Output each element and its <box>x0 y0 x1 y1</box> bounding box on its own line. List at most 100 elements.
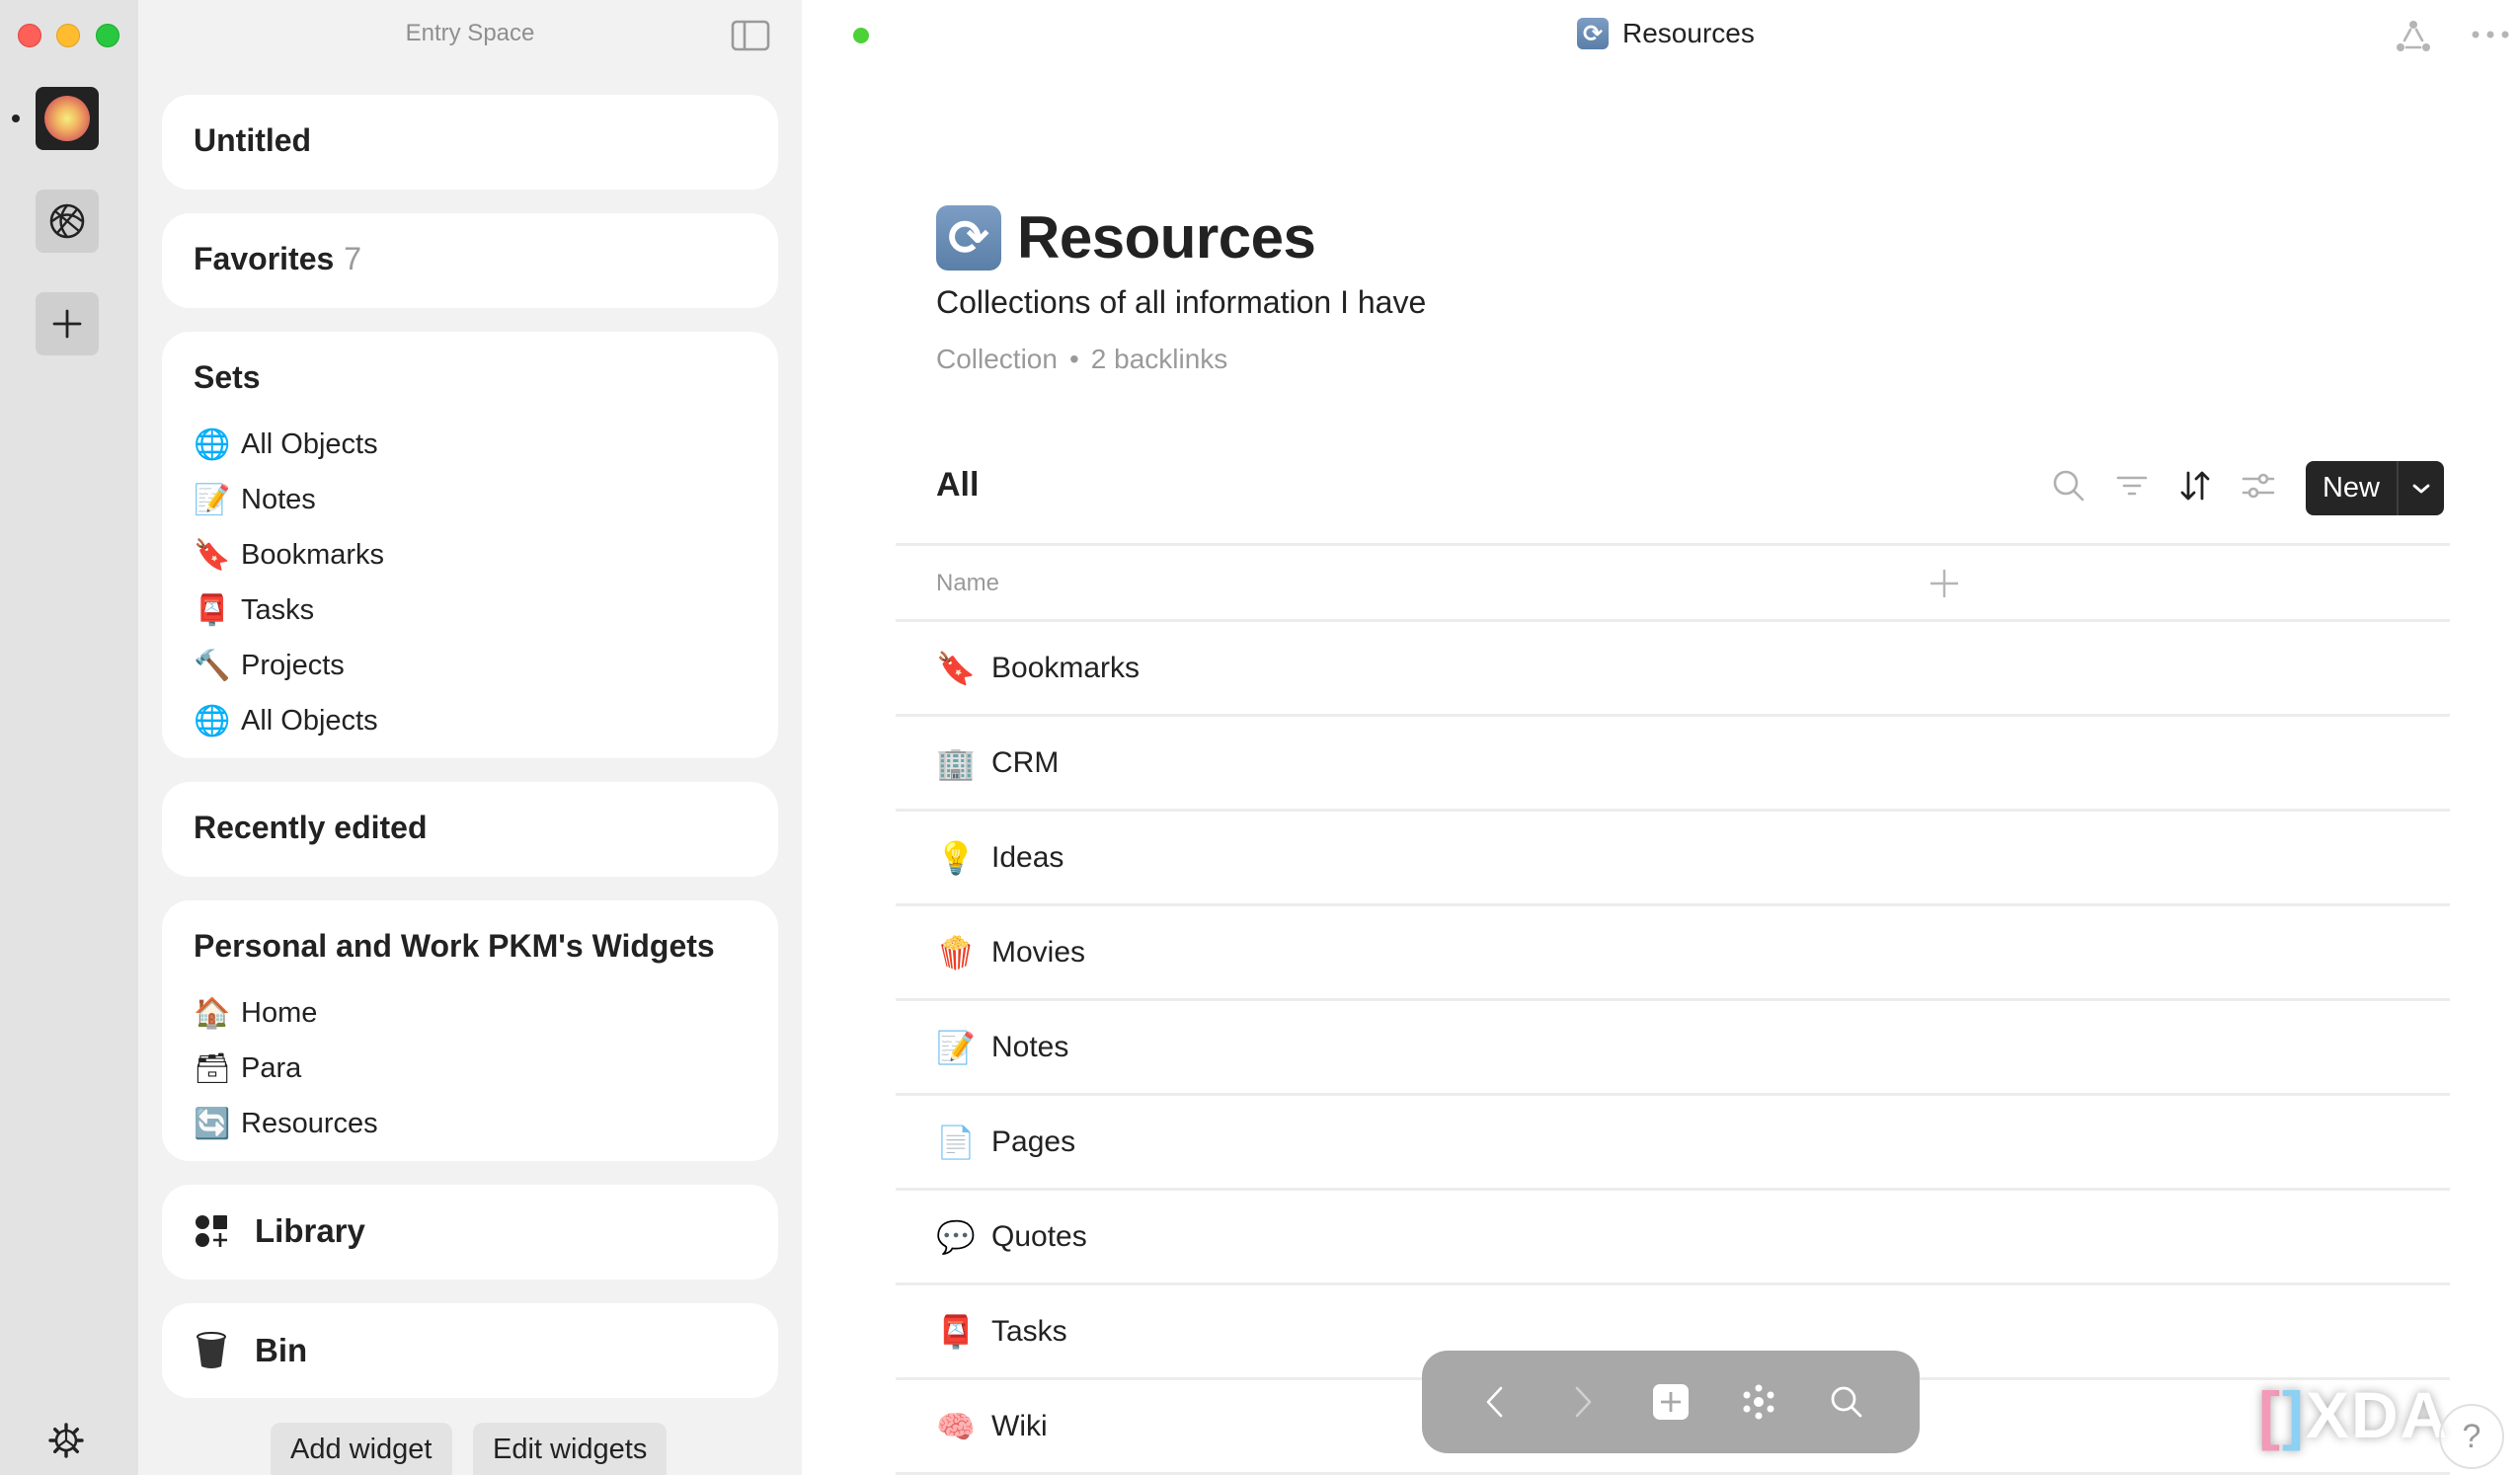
sets-item[interactable]: 📝 Notes <box>194 472 384 527</box>
forward-button[interactable] <box>1559 1378 1607 1426</box>
back-button[interactable] <box>1471 1378 1519 1426</box>
table-header: Name <box>896 543 2450 622</box>
widget-sets-title[interactable]: Sets <box>194 359 261 396</box>
chevron-left-icon <box>1487 1386 1503 1418</box>
watermark-text: XDA <box>2305 1378 2450 1451</box>
minimize-window-button[interactable] <box>56 24 80 47</box>
plus-square-icon <box>1652 1384 1689 1420</box>
memo-emoji-icon: 📝 <box>194 482 231 517</box>
sync-status-dot[interactable] <box>853 28 869 43</box>
chevron-right-icon <box>1575 1386 1592 1418</box>
hammer-emoji-icon: 🔨 <box>194 648 231 683</box>
widget-recently-edited-title: Recently edited <box>194 810 428 845</box>
view-tab-all[interactable]: All <box>936 466 979 505</box>
edit-widgets-button[interactable]: Edit widgets <box>473 1423 668 1475</box>
floating-navigation-bar <box>1422 1351 1920 1453</box>
header-breadcrumb[interactable]: ⟳ Resources <box>1577 18 1755 49</box>
search-icon[interactable] <box>2051 468 2087 504</box>
main-content: ⟳ Resources ⟳ Resources Collections of a… <box>802 0 2520 1475</box>
widget-favorites-title: Favorites 7 <box>194 241 361 277</box>
new-object-button: New <box>2306 461 2444 515</box>
table-row[interactable]: 💡 Ideas <box>896 812 2450 906</box>
page-meta: Collection • 2 backlinks <box>936 344 1227 375</box>
table-row[interactable]: 🏢 CRM <box>896 717 2450 812</box>
graph-icon[interactable] <box>2396 20 2431 53</box>
xda-watermark: []XDA <box>2258 1378 2450 1451</box>
widget-library[interactable]: Library <box>162 1185 778 1280</box>
row-name: Movies <box>991 935 1086 969</box>
column-header-name[interactable]: Name <box>936 570 999 597</box>
graph-view-button[interactable] <box>1735 1378 1782 1426</box>
new-button[interactable]: New <box>2306 461 2399 515</box>
filter-icon[interactable] <box>2114 468 2150 504</box>
office-building-emoji-icon: 🏢 <box>936 743 976 782</box>
bin-label: Bin <box>255 1332 308 1368</box>
pkm-item[interactable]: 🔄 Resources <box>194 1096 378 1151</box>
table-row[interactable]: 📝 Notes <box>896 1001 2450 1096</box>
row-name: Wiki <box>991 1409 1048 1442</box>
widget-bin[interactable]: Bin <box>162 1303 778 1398</box>
row-name: Notes <box>991 1030 1069 1063</box>
pkm-item-label: Resources <box>241 1107 378 1139</box>
widget-pkm-title[interactable]: Personal and Work PKM's Widgets <box>194 928 715 965</box>
search-button[interactable] <box>1823 1378 1870 1426</box>
sets-item[interactable]: 🔖 Bookmarks <box>194 527 384 582</box>
table-row[interactable]: 🍿 Movies <box>896 906 2450 1001</box>
table-row[interactable]: 💬 Quotes <box>896 1191 2450 1285</box>
view-settings-icon[interactable] <box>2241 468 2276 504</box>
widget-favorites[interactable]: Favorites 7 <box>162 213 778 308</box>
sidebar-toggle-icon[interactable] <box>731 20 770 51</box>
sets-item[interactable]: 📮 Tasks <box>194 582 384 638</box>
add-widget-button[interactable]: Add widget <box>271 1423 452 1475</box>
help-button[interactable]: ? <box>2439 1404 2504 1469</box>
page-arrows-icon[interactable]: ⟳ <box>936 204 1001 271</box>
active-space-indicator <box>12 115 20 122</box>
more-options-icon[interactable] <box>2471 28 2510 41</box>
light-bulb-emoji-icon: 💡 <box>936 838 976 877</box>
add-space-button[interactable] <box>36 292 99 355</box>
library-label: Library <box>255 1212 365 1249</box>
row-name: CRM <box>991 745 1060 779</box>
pkm-item-label: Home <box>241 996 318 1029</box>
sets-item[interactable]: 🔨 Projects <box>194 638 384 693</box>
globe-emoji-icon: 🌐 <box>194 703 231 738</box>
object-type-link[interactable]: Collection <box>936 344 1058 374</box>
globe-icon <box>49 203 85 239</box>
graph-dots-icon <box>1743 1384 1774 1420</box>
close-window-button[interactable] <box>18 24 41 47</box>
sets-item[interactable]: 🌐 All Objects <box>194 417 384 472</box>
favorites-label: Favorites <box>194 241 335 276</box>
zoom-window-button[interactable] <box>96 24 119 47</box>
widget-untitled[interactable]: Untitled <box>162 95 778 190</box>
widget-untitled-title: Untitled <box>194 122 312 158</box>
sets-item-label: Projects <box>241 649 345 681</box>
gear-icon[interactable] <box>47 1422 85 1459</box>
page-title: ⟳ Resources <box>936 203 1316 272</box>
meta-separator: • <box>1068 344 1079 374</box>
create-object-button[interactable] <box>1647 1378 1694 1426</box>
widget-sidebar: Entry Space Untitled Favorites 7 Sets 🌐 Al… <box>138 0 802 1475</box>
space-avatar[interactable] <box>36 87 99 150</box>
sort-icon[interactable] <box>2177 468 2213 504</box>
table-row[interactable]: 📄 Pages <box>896 1096 2450 1191</box>
gallery-button[interactable] <box>36 190 99 253</box>
brain-emoji-icon: 🧠 <box>936 1407 976 1445</box>
pkm-item[interactable]: 🏠 Home <box>194 985 378 1041</box>
widget-recently-edited[interactable]: Recently edited <box>162 782 778 877</box>
popcorn-emoji-icon: 🍿 <box>936 933 976 971</box>
library-row: Library <box>194 1212 365 1250</box>
sets-item-label: Notes <box>241 483 316 515</box>
space-name[interactable]: Entry Space <box>138 20 802 47</box>
page-description[interactable]: Collections of all information I have <box>936 284 1426 321</box>
add-column-icon[interactable] <box>1929 568 1960 599</box>
table-row[interactable]: 🔖 Bookmarks <box>896 622 2450 717</box>
pkm-item[interactable]: 🗃 Para <box>194 1041 378 1096</box>
page-title-text[interactable]: Resources <box>1017 203 1316 272</box>
backlinks-link[interactable]: 2 backlinks <box>1091 344 1228 374</box>
space-orb-icon <box>44 96 90 141</box>
sets-item[interactable]: 🌐 All Objects <box>194 693 384 748</box>
widget-sets: Sets 🌐 All Objects 📝 Notes 🔖 Bookmarks 📮 Tas… <box>162 332 778 758</box>
page-emoji-icon: 📄 <box>936 1123 976 1161</box>
new-dropdown-button[interactable] <box>2399 461 2444 515</box>
library-icon <box>196 1215 227 1247</box>
